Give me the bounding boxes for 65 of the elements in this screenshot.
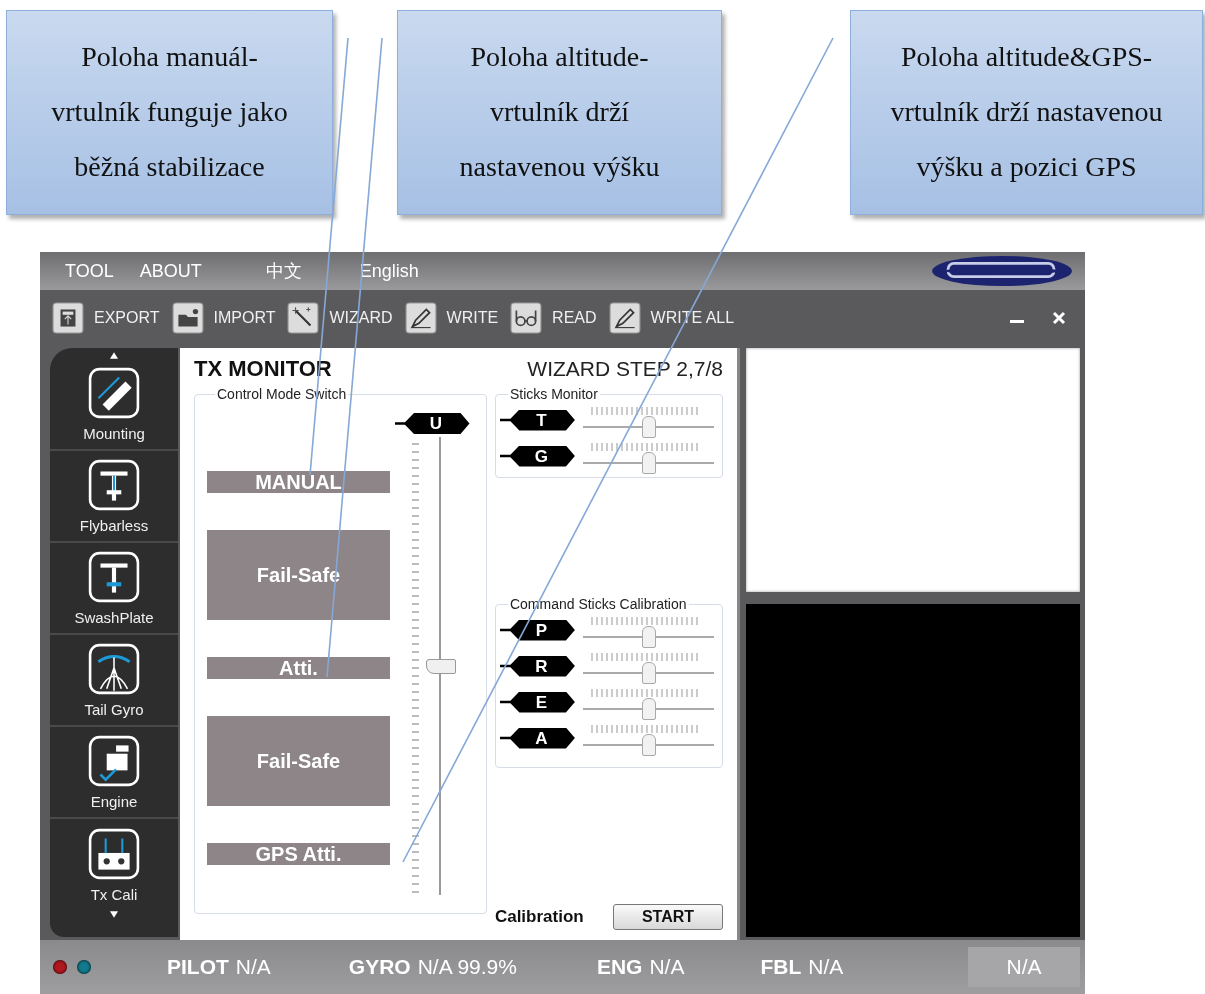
mode-label: GPS Atti. [207,843,390,865]
status-value: N/A [235,955,271,979]
sidebar-item[interactable]: Tail Gyro [50,635,178,727]
wizard-step: WIZARD STEP 2,7/8 [527,357,723,381]
channel-tag: G [499,445,575,467]
mounting-icon [88,366,140,419]
menu-item[interactable]: TOOL [65,260,114,282]
group-title: Command Sticks Calibration [508,596,688,612]
swashplate-icon [88,550,140,603]
channel-tag: E [499,691,575,713]
toolbar-button[interactable]: IMPORT [171,301,282,334]
wizard-icon [287,301,320,334]
export-icon [52,301,84,334]
callout-box: Poloha altitude&GPS- vrtulník drží nastavenou výšku a pozici GPS [850,10,1203,215]
status-value: N/A [649,955,685,979]
status-label: GYRO [348,955,411,979]
callout-box: Poloha manuál- vrtulník funguje jako běžná stabilizace [6,10,333,215]
callout-box: Poloha altitude- vrtulník drží nastavenou výšku [397,10,722,215]
engine-icon [88,734,140,787]
sidebar-item[interactable]: SwashPlate [50,543,178,635]
status-label: FBL [760,955,802,979]
tailgyro-icon [88,642,140,695]
start-button[interactable]: START [613,904,723,930]
status-value: N/A [808,955,844,979]
group-title: Sticks Monitor [508,386,599,402]
sidebar-item[interactable]: Tx Cali [50,819,178,911]
slider-thumb[interactable] [642,698,657,720]
flybarless-icon [88,458,140,511]
channel-tag: U [394,413,470,434]
scroll-up-icon[interactable] [110,352,118,359]
status-value: N/A 99.9% [417,955,517,979]
mode-label: Atti. [207,657,390,679]
status-value: N/A [968,947,1080,987]
channel-tag: A [499,727,575,749]
toolbar-button[interactable]: WRITE [404,301,505,334]
channel-tag: R [499,655,575,677]
slider-thumb[interactable] [426,659,456,674]
status-label: PILOT [167,955,229,979]
import-icon [171,301,204,334]
channel-tag: T [499,409,575,431]
panel-title: TX MONITOR [194,356,332,382]
calibration-label: Calibration [494,907,584,927]
channel-tag: P [499,619,575,641]
group-title: Control Mode Switch [216,386,348,402]
sidebar-item[interactable]: Flybarless [50,451,178,543]
sidebar-item[interactable]: Engine [50,727,178,819]
menu-item[interactable]: 中文 [265,259,302,283]
slider-thumb[interactable] [642,452,657,474]
mode-label: MANUAL [207,471,390,493]
write-icon [404,301,437,334]
slider-thumb[interactable] [642,626,657,648]
toolbar-button[interactable]: EXPORT [52,301,166,334]
toolbar-button[interactable]: READ [510,301,603,334]
tx-icon [88,827,140,880]
menu-item[interactable]: ABOUT [139,260,202,282]
scroll-down-icon[interactable] [110,911,118,918]
slider-thumb[interactable] [642,662,657,684]
write-icon [608,301,641,334]
mode-label: Fail-Safe [207,716,390,806]
slider-thumb[interactable] [642,416,657,438]
sidebar-item[interactable]: Mounting [50,359,178,451]
slider-thumb[interactable] [642,734,657,756]
close-icon[interactable] [1051,309,1067,326]
read-icon [510,301,543,334]
status-label: ENG [596,955,643,979]
